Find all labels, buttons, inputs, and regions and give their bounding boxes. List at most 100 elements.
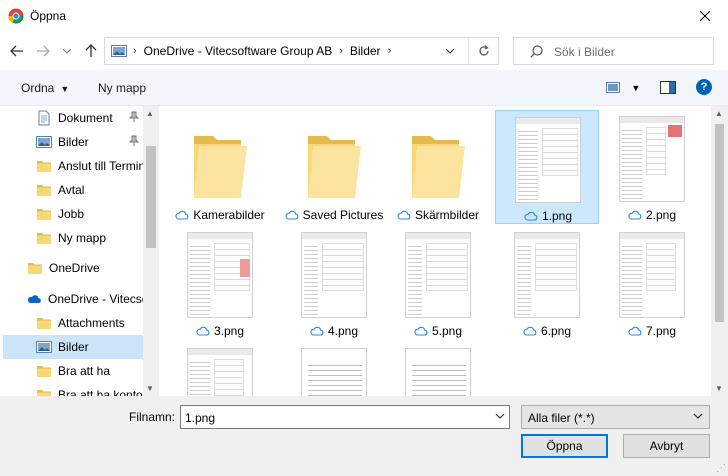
file-item-image[interactable]: 4.png	[282, 226, 386, 340]
sidebar-item-onedrive[interactable]: OneDrive	[3, 256, 143, 280]
new-folder-button[interactable]: Ny mapp	[98, 81, 146, 95]
sidebar-item-avtal[interactable]: Avtal	[3, 178, 143, 202]
image-thumbnail	[301, 232, 367, 318]
address-bar[interactable]: › OneDrive - Vitecsoftware Group AB › Bi…	[104, 37, 499, 65]
scroll-up-icon[interactable]: ▲	[146, 109, 154, 118]
organize-button[interactable]: Ordna ▼	[21, 81, 69, 95]
arrow-left-icon	[10, 45, 23, 57]
file-list-scrollbar[interactable]: ▲ ▼	[711, 106, 728, 396]
file-name: 1.png	[541, 209, 573, 223]
image-thumbnail	[619, 116, 685, 202]
cancel-button[interactable]: Avbryt	[623, 434, 710, 458]
search-icon	[530, 45, 543, 58]
file-item-image-selected[interactable]: 1.png	[495, 110, 599, 224]
folder-icon	[37, 233, 51, 244]
resize-grip-icon[interactable]: ⋰	[716, 463, 726, 474]
file-item-image[interactable]: 2.png	[600, 110, 704, 224]
cloud-icon	[523, 326, 537, 336]
up-button[interactable]	[80, 40, 102, 62]
folder-icon	[37, 209, 51, 220]
file-item-image[interactable]: 3.png	[168, 226, 272, 340]
view-icon	[606, 82, 620, 93]
help-button[interactable]: ?	[696, 79, 712, 95]
file-name: Skärmbilder	[414, 208, 480, 222]
view-options-button[interactable]: ▼	[606, 82, 640, 96]
file-item-image[interactable]: 5.png	[386, 226, 490, 340]
forward-button[interactable]	[32, 40, 54, 62]
scroll-down-icon[interactable]: ▼	[715, 384, 723, 393]
sidebar-item-bilder[interactable]: Bilder	[3, 335, 143, 359]
file-name: Saved Pictures	[302, 208, 384, 222]
file-name: 7.png	[645, 324, 677, 338]
file-item-folder[interactable]: Skärmbilder	[386, 110, 490, 224]
folder-icon	[194, 136, 247, 198]
file-name: 4.png	[327, 324, 359, 338]
preview-pane-icon	[660, 81, 676, 94]
chevron-down-icon	[693, 413, 703, 419]
image-thumbnail	[187, 348, 253, 396]
sidebar-item-dokument[interactable]: Dokument	[3, 106, 143, 130]
image-thumbnail	[187, 232, 253, 318]
search-input[interactable]: Sök i Bilder	[554, 45, 615, 59]
new-folder-label: Ny mapp	[98, 81, 147, 95]
chevron-down-icon[interactable]	[495, 411, 505, 421]
sidebar-scrollbar[interactable]: ▲ ▼	[143, 106, 159, 396]
sidebar-item-bra-att-ha[interactable]: Bra att ha	[3, 359, 143, 383]
file-item-image[interactable]: 6.png	[495, 226, 599, 340]
help-icon: ?	[700, 81, 708, 93]
filename-field[interactable]: 1.png	[180, 405, 510, 429]
cloud-icon	[310, 326, 324, 336]
file-item-folder[interactable]: Kamerabilder	[168, 110, 272, 224]
open-button[interactable]: Öppna	[521, 434, 608, 458]
breadcrumb: › OneDrive - Vitecsoftware Group AB › Bi…	[133, 44, 392, 58]
preview-pane-button[interactable]	[660, 81, 676, 97]
close-icon	[700, 11, 710, 21]
sidebar-item-attachments[interactable]: Attachments	[3, 311, 143, 335]
command-bar: Ordna ▼ Ny mapp ▼ ?	[0, 70, 728, 106]
recent-locations-button[interactable]	[60, 40, 74, 62]
file-item-folder[interactable]: Saved Pictures	[282, 110, 386, 224]
folder-icon	[37, 185, 51, 196]
sidebar-item-bilder-pinned[interactable]: Bilder	[3, 130, 143, 154]
address-dropdown-button[interactable]	[440, 38, 460, 64]
sidebar-item-anslut[interactable]: Anslut till Termin	[3, 154, 143, 178]
folder-icon	[412, 136, 465, 198]
cloud-icon	[628, 326, 642, 336]
scroll-up-icon[interactable]: ▲	[715, 109, 723, 118]
sidebar-item-label: Anslut till Termin	[58, 159, 143, 173]
pictures-icon	[36, 136, 52, 148]
document-thumbnail	[405, 348, 471, 396]
file-item-document[interactable]	[282, 342, 386, 396]
file-item-document[interactable]	[386, 342, 490, 396]
title-bar: Öppna	[0, 0, 728, 32]
refresh-button[interactable]	[468, 38, 498, 64]
navigation-pane: Dokument Bilder Anslut till Termin Avtal…	[0, 106, 143, 396]
organize-label: Ordna	[21, 81, 55, 95]
sidebar-item-label: OneDrive	[49, 261, 100, 275]
file-name: 5.png	[431, 324, 463, 338]
breadcrumb-item[interactable]: Bilder	[350, 44, 381, 58]
file-item-image[interactable]: 7.png	[600, 226, 704, 340]
close-button[interactable]	[682, 0, 728, 32]
scroll-down-icon[interactable]: ▼	[146, 384, 154, 393]
scrollbar-thumb[interactable]	[715, 124, 724, 322]
sidebar-item-label: Bra att ha konto	[58, 388, 143, 396]
search-box[interactable]: Sök i Bilder	[513, 37, 714, 65]
sidebar-item-ny-mapp[interactable]: Ny mapp	[3, 226, 143, 250]
file-name: Kamerabilder	[193, 208, 265, 222]
scrollbar-thumb[interactable]	[146, 146, 156, 248]
sidebar-item-label: Bra att ha	[58, 364, 111, 378]
sidebar-item-jobb[interactable]: Jobb	[3, 202, 143, 226]
sidebar-item-bra-att-ha-konto[interactable]: Bra att ha konto	[3, 383, 143, 396]
cloud-icon	[196, 326, 210, 336]
back-button[interactable]	[6, 40, 28, 62]
breadcrumb-item[interactable]: OneDrive - Vitecsoftware Group AB	[144, 44, 333, 58]
dialog-footer: Filnamn: 1.png Alla filer (*.*) Öppna Av…	[0, 396, 728, 476]
cancel-button-label: Avbryt	[649, 439, 684, 453]
sidebar-item-label: Ny mapp	[58, 231, 107, 245]
sidebar-item-onedrive-vitec[interactable]: OneDrive - Vitecsc	[3, 287, 143, 311]
file-item-image[interactable]	[168, 342, 272, 396]
sidebar-item-label: Bilder	[58, 340, 89, 354]
file-type-select[interactable]: Alla filer (*.*)	[521, 405, 710, 429]
file-type-value: Alla filer (*.*)	[528, 411, 595, 425]
